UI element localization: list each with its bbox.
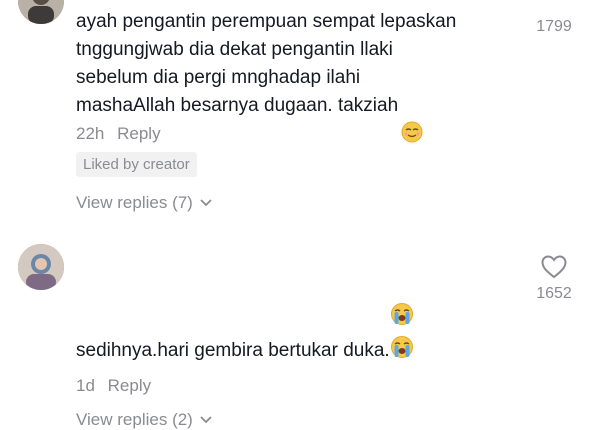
view-replies-label: View replies (7)	[76, 193, 193, 212]
comment-meta: 22h Reply	[76, 124, 516, 144]
reply-button[interactable]: Reply	[108, 376, 151, 395]
comment-meta: 1d Reply	[76, 376, 516, 396]
view-replies-button[interactable]: View replies (2)	[76, 410, 516, 430]
chevron-down-icon	[200, 416, 212, 424]
like-count: 1652	[536, 285, 572, 302]
heart-icon[interactable]	[524, 254, 584, 285]
avatar[interactable]	[18, 0, 64, 24]
reply-button[interactable]: Reply	[117, 124, 160, 143]
chevron-down-icon	[200, 199, 212, 207]
like-count: 1799	[536, 18, 572, 35]
comment-text: sedihnya.hari gembira bertukar duka.	[76, 274, 516, 368]
avatar[interactable]	[18, 244, 64, 290]
relieved-face-icon	[401, 93, 423, 152]
comment-text: ayah pengantin perempuan sempat lepaskan…	[76, 8, 516, 143]
view-replies-label: View replies (2)	[76, 410, 193, 429]
comment-time: 1d	[76, 376, 95, 395]
loudly-crying-face-icon	[390, 274, 414, 368]
comment-time: 22h	[76, 124, 105, 143]
liked-by-creator-badge: Liked by creator	[76, 152, 197, 177]
view-replies-button[interactable]: View replies (7)	[76, 193, 516, 213]
